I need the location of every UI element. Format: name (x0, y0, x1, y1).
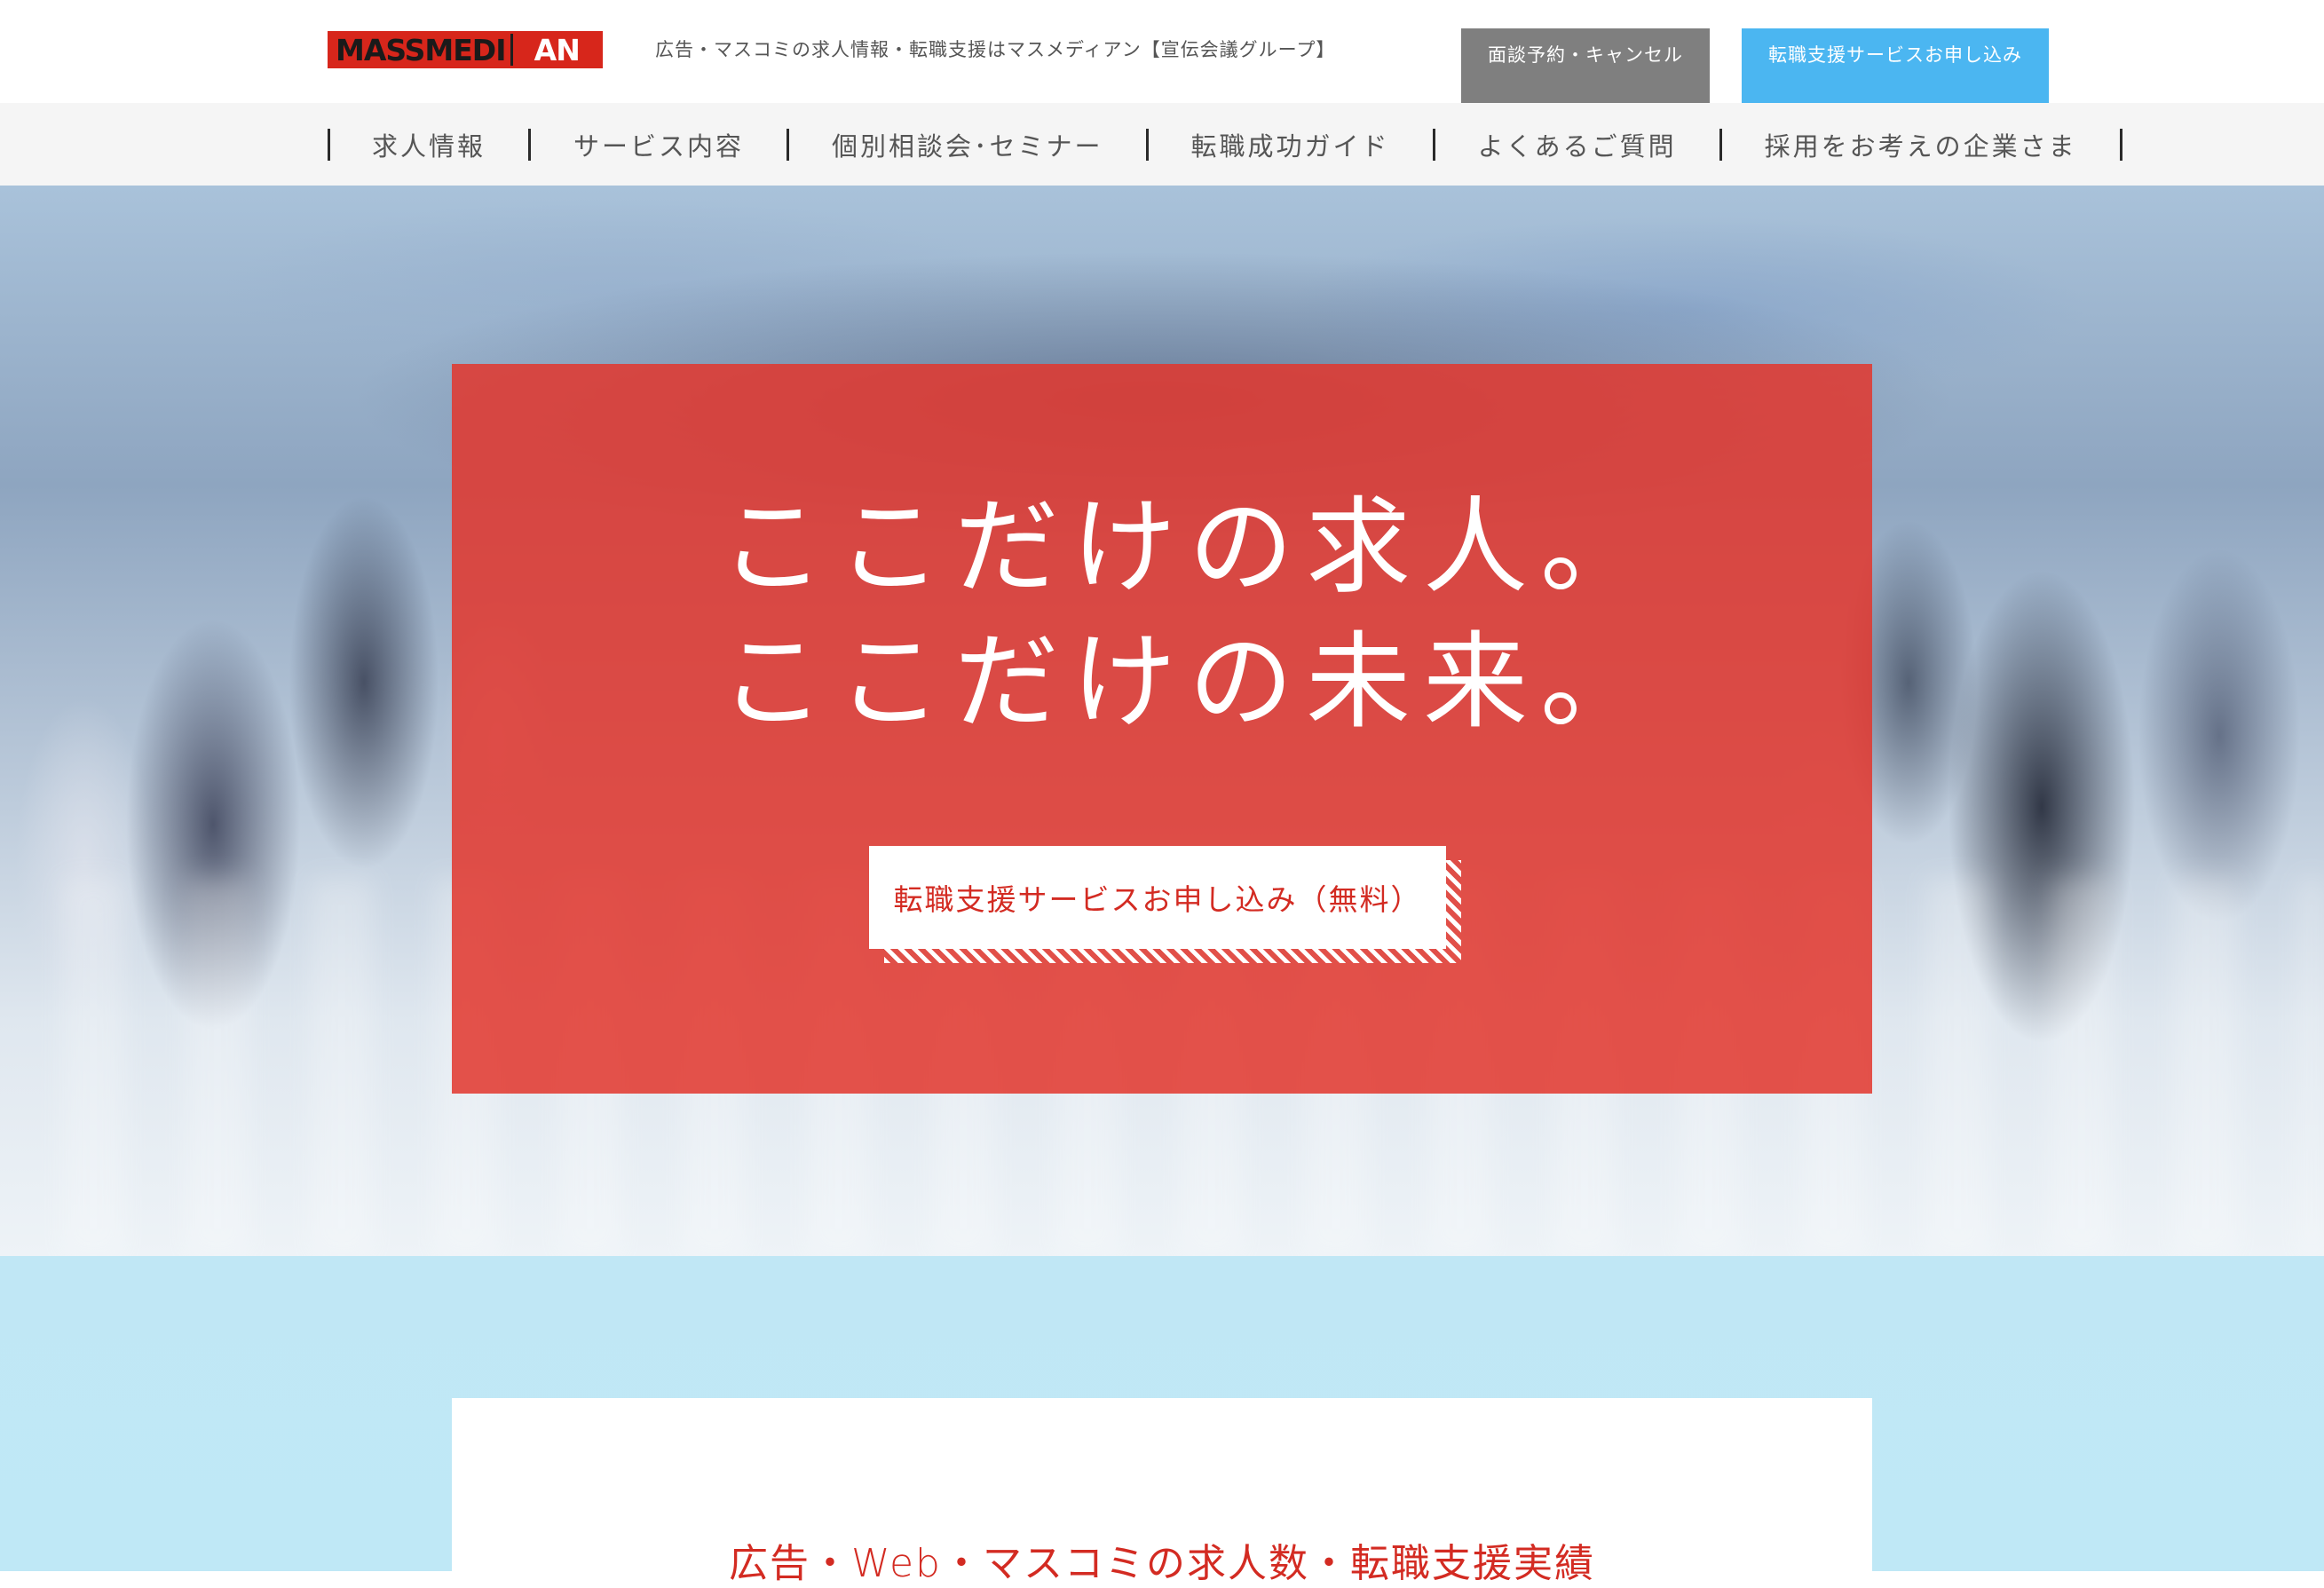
massmedian-logo[interactable]: MASSMEDI AN (328, 31, 603, 68)
hero-apply-free-button[interactable]: 転職支援サービスお申し込み（無料） (869, 846, 1446, 949)
interview-reservation-button[interactable]: 面談予約・キャンセル (1461, 28, 1710, 103)
apply-service-button[interactable]: 転職支援サービスお申し込み (1742, 28, 2049, 103)
nav-item-faq[interactable]: よくあるご質問 (1435, 129, 1722, 162)
nav-list: 求人情報 サービス内容 個別相談会･セミナー 転職成功ガイド よくあるご質問 採… (328, 129, 2122, 162)
logo-text-accent: AN (510, 34, 600, 66)
main-nav: 求人情報 サービス内容 個別相談会･セミナー 転職成功ガイド よくあるご質問 採… (0, 103, 2324, 186)
site-tagline: 広告・マスコミの求人情報・転職支援はマスメディアン【宣伝会議グループ】 (655, 39, 1336, 60)
site-header: MASSMEDI AN 広告・マスコミの求人情報・転職支援はマスメディアン【宣伝… (0, 0, 2324, 103)
hero-section: ここだけの求人。 ここだけの未来。 転職支援サービスお申し込み（無料） (0, 186, 2324, 1256)
hero-headline-line1: ここだけの求人。 (719, 486, 1657, 608)
hero-red-panel: ここだけの求人。 ここだけの未来。 転職支援サービスお申し込み（無料） (452, 364, 1872, 1094)
nav-item-jobs[interactable]: 求人情報 (330, 129, 532, 162)
hero-headline: ここだけの求人。 ここだけの未来。 (452, 479, 1872, 749)
nav-item-services[interactable]: サービス内容 (531, 129, 790, 162)
nav-item-career-guide[interactable]: 転職成功ガイド (1149, 129, 1435, 162)
results-section-title: 広告・Web・マスコミの求人数・転職支援実績 (729, 1541, 1595, 1586)
logo-text-main: MASSMEDI (330, 34, 511, 66)
nav-item-seminars[interactable]: 個別相談会･セミナー (789, 129, 1149, 162)
hero-headline-line2: ここだけの未来。 (719, 620, 1657, 743)
results-section: 広告・Web・マスコミの求人数・転職支援実績 (0, 1256, 2324, 1586)
nav-item-employers[interactable]: 採用をお考えの企業さま (1722, 129, 2122, 162)
results-card: 広告・Web・マスコミの求人数・転職支援実績 (452, 1398, 1872, 1586)
